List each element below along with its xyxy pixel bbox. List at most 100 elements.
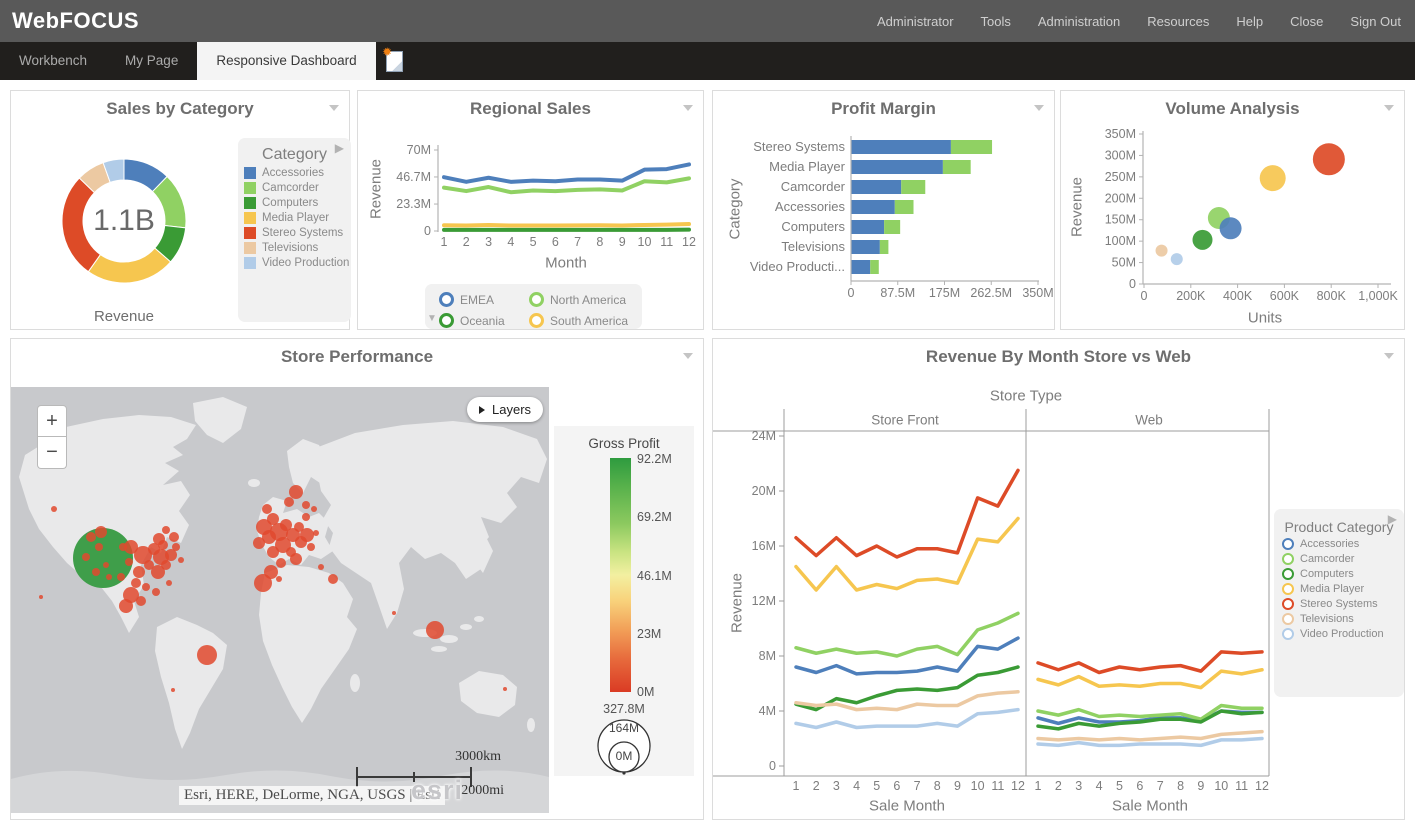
map-marker-red[interactable] xyxy=(328,574,338,584)
bar2-Media Player[interactable] xyxy=(943,160,971,174)
map-marker-red[interactable] xyxy=(166,580,172,586)
map-marker-red[interactable] xyxy=(51,506,57,512)
bubble-Stereo Systems[interactable] xyxy=(1313,143,1345,175)
map-marker-red[interactable] xyxy=(133,566,145,578)
map-marker-red[interactable] xyxy=(161,560,171,570)
menu-resources[interactable]: Resources xyxy=(1147,14,1209,29)
legend-item[interactable]: Accessories xyxy=(244,167,345,179)
legend-item[interactable]: Video Production xyxy=(244,257,345,269)
donut-segment-Media Player[interactable] xyxy=(88,248,170,283)
map-marker-red[interactable] xyxy=(162,526,170,534)
map-marker-red[interactable] xyxy=(103,562,109,568)
map-marker-red[interactable] xyxy=(39,595,43,599)
legend-item[interactable]: North America xyxy=(529,292,641,307)
menu-administration[interactable]: Administration xyxy=(1038,14,1120,29)
bubble-Computers[interactable] xyxy=(1193,230,1213,250)
map-marker-red[interactable] xyxy=(178,557,184,563)
legend-expand-icon[interactable]: ▶ xyxy=(1388,512,1397,526)
map-marker-red[interactable] xyxy=(503,687,507,691)
map-marker-red[interactable] xyxy=(153,533,165,545)
bar-Stereo Systems[interactable] xyxy=(851,140,951,154)
map-marker-red[interactable] xyxy=(136,596,146,606)
tab-new-page[interactable]: ✹ xyxy=(376,42,414,80)
bubble-Accessories[interactable] xyxy=(1220,217,1242,239)
bar2-Video Producti...[interactable] xyxy=(870,260,879,274)
legend-item[interactable]: Stereo Systems xyxy=(244,227,345,239)
tab-responsive-dashboard[interactable]: Responsive Dashboard xyxy=(197,42,375,80)
map-marker-red[interactable] xyxy=(86,532,96,542)
chevron-down-icon[interactable] xyxy=(683,353,693,359)
menu-administrator[interactable]: Administrator xyxy=(877,14,954,29)
map-marker-red[interactable] xyxy=(131,578,141,588)
legend-item[interactable]: Video Production xyxy=(1282,628,1396,640)
map-marker-red[interactable] xyxy=(276,576,282,582)
world-map[interactable]: + − Layers 3000km 2000mi Esri, HERE, DeL… xyxy=(11,387,549,813)
map-marker-red[interactable] xyxy=(302,513,310,521)
map-marker-red[interactable] xyxy=(284,497,294,507)
bar2-Stereo Systems[interactable] xyxy=(951,140,992,154)
map-marker-red[interactable] xyxy=(197,645,217,665)
map-marker-red[interactable] xyxy=(125,558,133,566)
legend-expand-icon[interactable]: ▶ xyxy=(335,141,344,155)
bubble-Media Player[interactable] xyxy=(1260,165,1286,191)
zoom-in-button[interactable]: + xyxy=(37,405,67,437)
map-marker-red[interactable] xyxy=(106,574,112,580)
menu-help[interactable]: Help xyxy=(1236,14,1263,29)
legend-item[interactable]: Televisions xyxy=(244,242,345,254)
map-marker-red[interactable] xyxy=(313,530,319,536)
map-marker-red[interactable] xyxy=(119,599,133,613)
bar-Camcorder[interactable] xyxy=(851,180,901,194)
bar-Media Player[interactable] xyxy=(851,160,943,174)
menu-close[interactable]: Close xyxy=(1290,14,1323,29)
map-marker-red[interactable] xyxy=(171,688,175,692)
map-marker-red[interactable] xyxy=(82,553,90,561)
map-marker-red[interactable] xyxy=(267,546,279,558)
legend-item[interactable]: Media Player xyxy=(244,212,345,224)
legend-item[interactable]: Camcorder xyxy=(244,182,345,194)
legend-item[interactable]: Accessories xyxy=(1282,538,1396,550)
map-marker-red[interactable] xyxy=(426,621,444,639)
zoom-out-button[interactable]: − xyxy=(37,437,67,469)
map-marker-red[interactable] xyxy=(172,543,180,551)
map-marker-red[interactable] xyxy=(254,574,272,592)
legend-item[interactable]: Media Player xyxy=(1282,583,1396,595)
map-marker-red[interactable] xyxy=(95,543,103,551)
bubble-Televisions[interactable] xyxy=(1156,245,1168,257)
map-marker-red[interactable] xyxy=(302,501,310,509)
legend-item[interactable]: EMEA xyxy=(439,292,523,307)
legend-item[interactable]: Televisions xyxy=(1282,613,1396,625)
legend-item[interactable]: South America xyxy=(529,313,641,328)
bar2-Computers[interactable] xyxy=(884,220,900,234)
legend-item[interactable]: Camcorder xyxy=(1282,553,1396,565)
map-marker-red[interactable] xyxy=(289,485,303,499)
layers-button[interactable]: Layers xyxy=(467,397,543,422)
map-marker-red[interactable] xyxy=(300,528,314,542)
tab-workbench[interactable]: Workbench xyxy=(0,42,106,80)
map-marker-red[interactable] xyxy=(169,532,179,542)
bar-Televisions[interactable] xyxy=(851,240,880,254)
menu-tools[interactable]: Tools xyxy=(981,14,1011,29)
map-marker-red[interactable] xyxy=(392,611,396,615)
bubble-Video Production[interactable] xyxy=(1171,253,1183,265)
map-marker-red[interactable] xyxy=(318,564,324,570)
map-marker-red[interactable] xyxy=(152,588,160,596)
legend-scroll-icon[interactable]: ▼ xyxy=(427,313,437,324)
map-marker-red[interactable] xyxy=(262,504,272,514)
menu-sign-out[interactable]: Sign Out xyxy=(1350,14,1401,29)
tab-my-page[interactable]: My Page xyxy=(106,42,197,80)
map-marker-red[interactable] xyxy=(95,526,107,538)
map-marker-red[interactable] xyxy=(92,568,100,576)
bar-Computers[interactable] xyxy=(851,220,884,234)
bar2-Camcorder[interactable] xyxy=(901,180,925,194)
bar-Accessories[interactable] xyxy=(851,200,895,214)
legend-item[interactable]: Computers xyxy=(1282,568,1396,580)
map-marker-red[interactable] xyxy=(142,583,150,591)
map-marker-red[interactable] xyxy=(253,537,265,549)
legend-item[interactable]: Computers xyxy=(244,197,345,209)
map-marker-red[interactable] xyxy=(311,506,317,512)
map-marker-red[interactable] xyxy=(276,558,286,568)
map-marker-red[interactable] xyxy=(117,573,125,581)
bar-Video Producti...[interactable] xyxy=(851,260,870,274)
bar2-Televisions[interactable] xyxy=(880,240,889,254)
map-marker-red[interactable] xyxy=(290,553,302,565)
